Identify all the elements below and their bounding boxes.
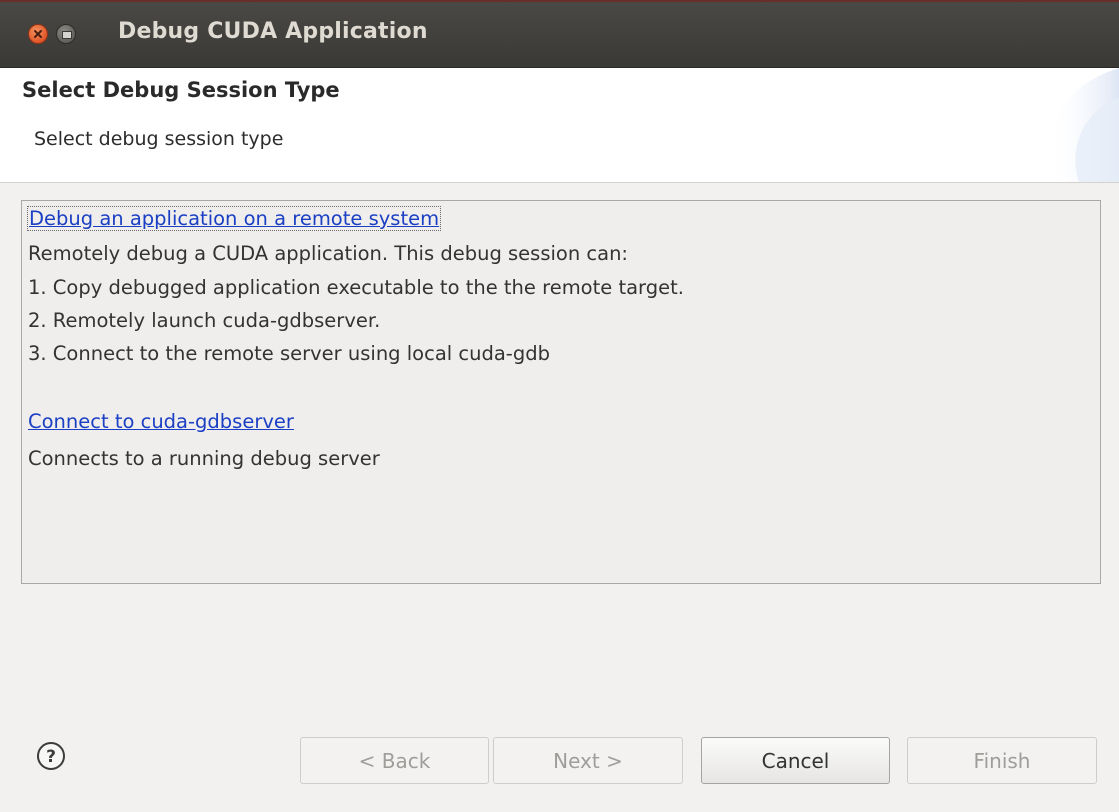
- finish-button[interactable]: Finish: [907, 737, 1097, 784]
- cancel-button[interactable]: Cancel: [701, 737, 890, 784]
- remote-debug-step-3: 3. Connect to the remote server using lo…: [28, 342, 550, 365]
- title-bar-accent: [0, 0, 1119, 2]
- connect-gdbserver-link[interactable]: Connect to cuda-gdbserver: [28, 410, 294, 433]
- next-button[interactable]: Next >: [493, 737, 683, 784]
- remote-debug-step-1: 1. Copy debugged application executable …: [28, 276, 684, 299]
- svg-text:?: ?: [46, 747, 56, 767]
- session-type-panel: Debug an application on a remote system …: [21, 200, 1101, 584]
- page-subtitle: Select debug session type: [34, 128, 284, 150]
- remote-debug-step-2: 2. Remotely launch cuda-gdbserver.: [28, 309, 381, 332]
- help-icon[interactable]: ?: [36, 741, 66, 771]
- back-button[interactable]: < Back: [300, 737, 489, 784]
- page-heading: Select Debug Session Type: [22, 78, 340, 102]
- close-icon[interactable]: [28, 24, 48, 44]
- window-title: Debug CUDA Application: [118, 19, 428, 44]
- minimize-icon[interactable]: [56, 24, 76, 44]
- wizard-header: Select Debug Session Type Select debug s…: [0, 68, 1119, 183]
- debug-cuda-dialog: Debug CUDA Application Select Debug Sess…: [0, 0, 1119, 812]
- remote-debug-description: Remotely debug a CUDA application. This …: [28, 242, 629, 265]
- title-bar[interactable]: Debug CUDA Application: [0, 0, 1119, 68]
- connect-gdbserver-description: Connects to a running debug server: [28, 447, 380, 470]
- remote-debug-link[interactable]: Debug an application on a remote system: [27, 206, 442, 231]
- header-decoration-graphic: [1048, 68, 1119, 182]
